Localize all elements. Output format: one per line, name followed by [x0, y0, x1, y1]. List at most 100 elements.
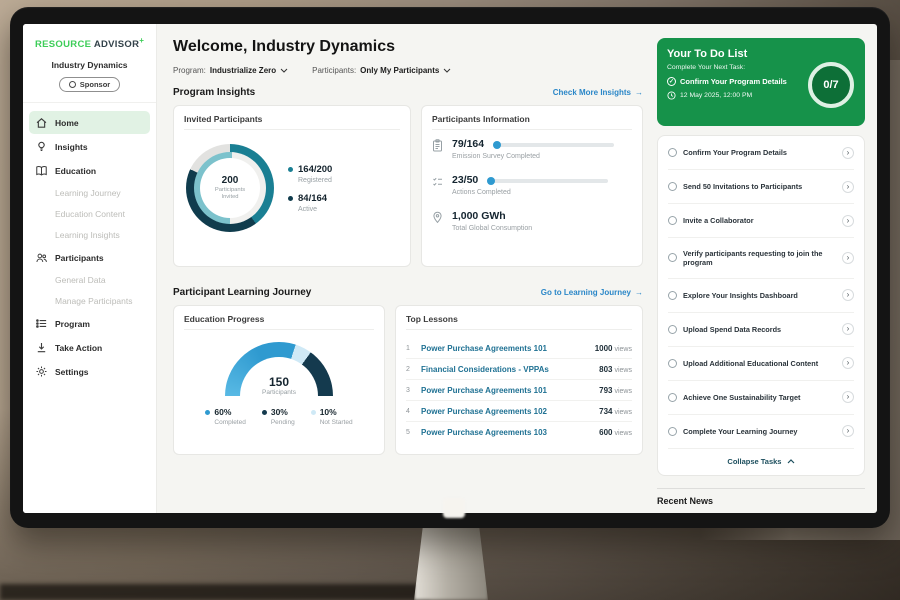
legend-label: Registered — [298, 177, 332, 184]
donut-legend: 164/200 Registered 84/164 Active — [288, 155, 332, 222]
task-row[interactable]: Upload Additional Educational Content › — [668, 347, 854, 381]
chevron-right-icon[interactable]: › — [842, 215, 854, 227]
task-row[interactable]: Complete Your Learning Journey › — [668, 415, 854, 449]
sidebar-item-learning-journey[interactable]: Learning Journey — [29, 183, 150, 203]
lesson-link[interactable]: Power Purchase Agreements 103 — [421, 428, 599, 437]
sidebar-item-settings[interactable]: Settings — [29, 360, 150, 383]
task-row[interactable]: Verify participants requesting to join t… — [668, 238, 854, 279]
chevron-right-icon[interactable]: › — [842, 323, 854, 335]
chevron-right-icon[interactable]: › — [842, 252, 854, 264]
checklist-icon — [432, 174, 444, 193]
go-to-learning-journey-link[interactable]: Go to Learning Journey → — [541, 288, 643, 297]
legend-dot — [262, 410, 267, 415]
link-label: Go to Learning Journey — [541, 288, 631, 297]
card-title: Education Progress — [184, 314, 374, 330]
lesson-row[interactable]: 1 Power Purchase Agreements 101 1000view… — [406, 338, 632, 359]
task-checkbox[interactable] — [668, 325, 677, 334]
task-checkbox[interactable] — [668, 291, 677, 300]
sidebar-item-education-content[interactable]: Education Content — [29, 204, 150, 224]
task-checkbox[interactable] — [668, 393, 677, 402]
gauge-legend: 60% Completed 30% Pending 10% Not Starte… — [205, 407, 352, 426]
logo-primary: RESOURCE — [35, 39, 91, 50]
todo-panel: Your To Do List Complete Your Next Task:… — [655, 24, 877, 513]
sidebar-item-insights[interactable]: Insights — [29, 135, 150, 158]
legend-item: 164/200 Registered — [288, 164, 332, 184]
legend-item: 60% Completed — [205, 407, 245, 426]
sidebar-item-home[interactable]: Home — [29, 111, 150, 134]
lesson-link[interactable]: Power Purchase Agreements 102 — [421, 407, 599, 416]
desk-edge — [0, 584, 430, 600]
lesson-row[interactable]: 5 Power Purchase Agreements 103 600views — [406, 422, 632, 442]
info-row: 23/50 Actions Completed — [432, 174, 632, 196]
lightbulb-icon — [35, 140, 48, 153]
chevron-right-icon[interactable]: › — [842, 391, 854, 403]
sidebar-item-label: Home — [55, 118, 79, 128]
program-dropdown-label: Program: — [173, 66, 206, 75]
task-checkbox[interactable] — [668, 427, 677, 436]
progress-bar — [492, 179, 608, 183]
sidebar-item-label: Insights — [55, 142, 88, 152]
task-checkbox[interactable] — [668, 253, 677, 262]
lesson-row[interactable]: 2 Financial Considerations - VPPAs 803vi… — [406, 359, 632, 380]
lesson-views: 1000views — [595, 344, 632, 353]
lesson-link[interactable]: Financial Considerations - VPPAs — [421, 365, 599, 374]
clock-icon — [667, 91, 676, 100]
collapse-tasks-button[interactable]: Collapse Tasks — [668, 449, 854, 475]
participants-dropdown[interactable]: Participants: Only My Participants — [312, 66, 451, 75]
lesson-row[interactable]: 4 Power Purchase Agreements 102 734views — [406, 401, 632, 422]
info-label: Emission Survey Completed — [452, 153, 632, 160]
lesson-link[interactable]: Power Purchase Agreements 101 — [421, 344, 595, 353]
chevron-right-icon[interactable]: › — [842, 357, 854, 369]
legend-value: 164/200 — [298, 164, 332, 175]
sidebar-item-take-action[interactable]: Take Action — [29, 336, 150, 359]
task-row[interactable]: Explore Your Insights Dashboard › — [668, 279, 854, 313]
donut-center: 200 Participants Invited — [200, 158, 260, 218]
home-icon — [35, 116, 48, 129]
task-checkbox[interactable] — [668, 359, 677, 368]
task-row[interactable]: Confirm Your Program Details › — [668, 136, 854, 170]
task-row[interactable]: Upload Spend Data Records › — [668, 313, 854, 347]
program-dropdown[interactable]: Program: Industrialize Zero — [173, 66, 288, 75]
task-checkbox[interactable] — [668, 148, 677, 157]
participants-donut-chart: 200 Participants Invited — [186, 144, 274, 232]
task-checkbox[interactable] — [668, 182, 677, 191]
sidebar-item-program[interactable]: Program — [29, 312, 150, 335]
main-content: Welcome, Industry Dynamics Program: Indu… — [157, 24, 655, 513]
chevron-right-icon[interactable]: › — [842, 147, 854, 159]
lesson-views: 600views — [599, 428, 632, 437]
org-block: Industry Dynamics Sponsor — [23, 58, 156, 103]
sidebar-item-label: Participants — [55, 253, 104, 263]
sidebar-item-general-data[interactable]: General Data — [29, 270, 150, 290]
chevron-down-icon — [443, 68, 451, 73]
sidebar-item-learning-insights[interactable]: Learning Insights — [29, 225, 150, 245]
lesson-views: 803views — [599, 365, 632, 374]
sidebar-item-manage-participants[interactable]: Manage Participants — [29, 291, 150, 311]
progress-knob — [487, 177, 495, 185]
legend-value: 30% — [271, 407, 288, 417]
check-more-insights-link[interactable]: Check More Insights → — [553, 88, 643, 97]
legend-value: 84/164 — [298, 193, 327, 204]
sidebar-item-participants[interactable]: Participants — [29, 246, 150, 269]
chevron-right-icon[interactable]: › — [842, 289, 854, 301]
lesson-row[interactable]: 3 Power Purchase Agreements 101 793views — [406, 380, 632, 401]
sidebar: RESOURCE ADVISOR+ Industry Dynamics Spon… — [23, 24, 157, 513]
todo-progress-value: 0/7 — [823, 79, 838, 91]
monitor-bezel: RESOURCE ADVISOR+ Industry Dynamics Spon… — [10, 7, 890, 528]
task-row[interactable]: Send 50 Invitations to Participants › — [668, 170, 854, 204]
info-value: 1,000 GWh — [452, 210, 506, 222]
chevron-right-icon[interactable]: › — [842, 425, 854, 437]
info-row: 79/164 Emission Survey Completed — [432, 138, 632, 160]
app-logo: RESOURCE ADVISOR+ — [23, 34, 156, 58]
task-row[interactable]: Invite a Collaborator › — [668, 204, 854, 238]
task-checkbox[interactable] — [668, 216, 677, 225]
chevron-right-icon[interactable]: › — [842, 181, 854, 193]
sponsor-badge[interactable]: Sponsor — [59, 77, 120, 92]
sidebar-item-label: Take Action — [55, 343, 102, 353]
filter-bar: Program: Industrialize Zero Participants… — [173, 66, 643, 75]
task-row[interactable]: Achieve One Sustainability Target › — [668, 381, 854, 415]
todo-task-list: Confirm Your Program Details › Send 50 I… — [657, 135, 865, 476]
bezel-reflection — [443, 498, 465, 518]
sponsor-icon — [69, 81, 76, 88]
sidebar-item-education[interactable]: Education — [29, 159, 150, 182]
lesson-link[interactable]: Power Purchase Agreements 101 — [421, 386, 599, 395]
